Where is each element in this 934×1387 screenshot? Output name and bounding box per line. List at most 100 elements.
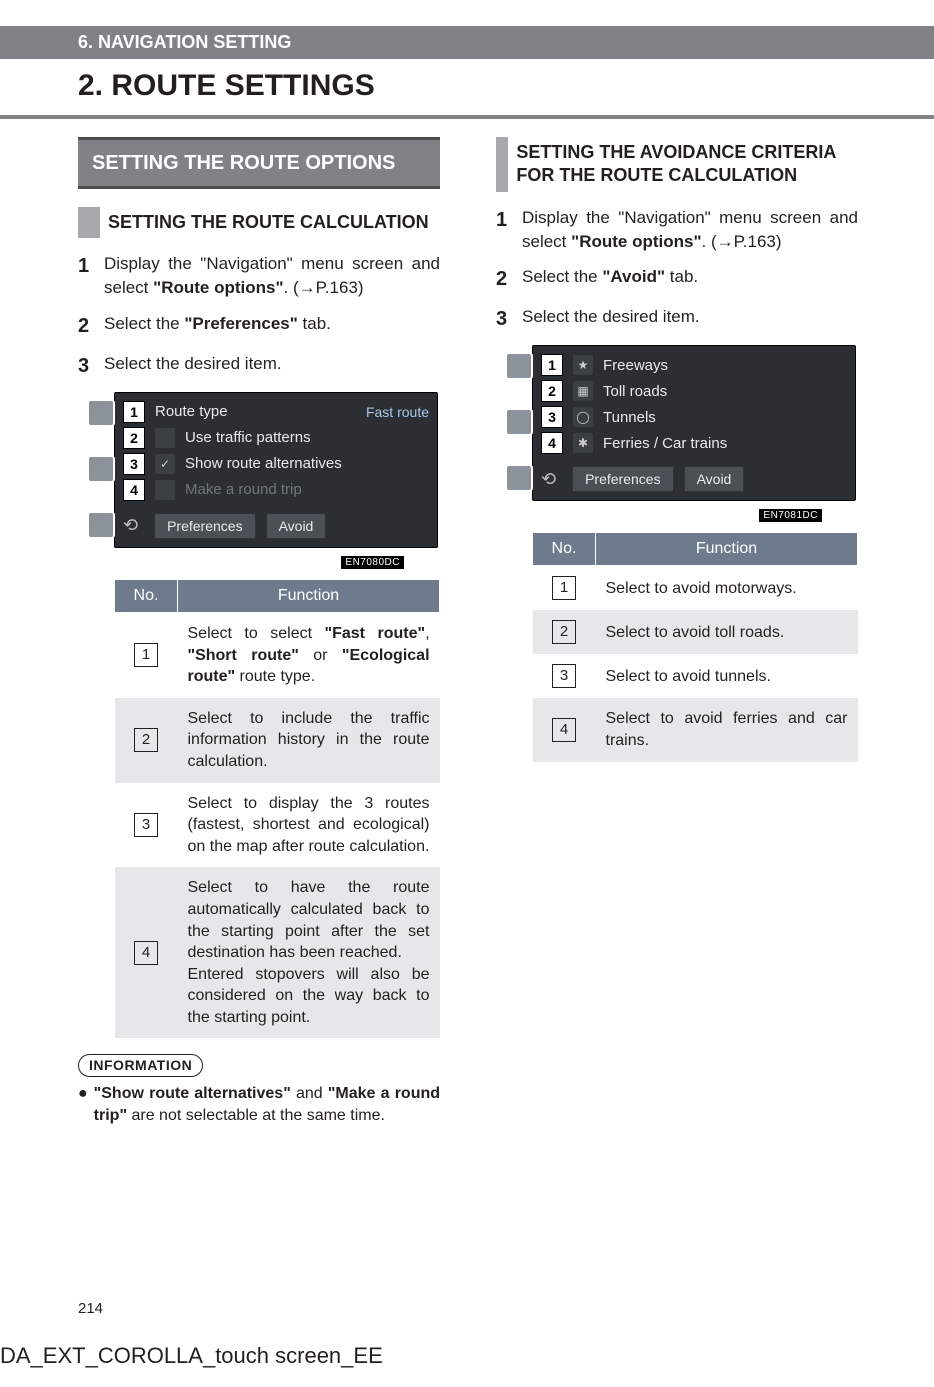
t: ,: [425, 625, 429, 642]
step-text: Display the "Navigation" menu screen and…: [522, 206, 858, 254]
freeway-icon: ★: [573, 355, 593, 375]
t: tab.: [298, 314, 331, 333]
heading-route-options: SETTING THE ROUTE OPTIONS: [78, 137, 440, 189]
cell-no: 2: [115, 698, 178, 783]
row-freeways[interactable]: 1 ★ Freeways: [541, 352, 847, 378]
screenshot-preferences: 1 Route typeFast route 2Use traffic patte…: [114, 392, 438, 548]
cell-no: 1: [115, 612, 178, 697]
row-toll-roads[interactable]: 2 ▦ Toll roads: [541, 378, 847, 404]
information-text: "Show route alternatives" and "Make a ro…: [94, 1083, 440, 1126]
map-icon: [87, 399, 115, 427]
image-code: EN7081DC: [759, 509, 822, 522]
function-table-preferences: No.Function 1 Select to select "Fast rou…: [114, 579, 440, 1039]
callout-1: 1: [123, 401, 145, 423]
t: "Avoid": [602, 267, 665, 286]
cell-no: 4: [115, 867, 178, 1038]
step-number: 3: [496, 305, 522, 333]
step-number: 1: [496, 206, 522, 254]
callout-2: 2: [541, 380, 563, 402]
check-icon: ✓: [155, 454, 175, 474]
t: Select the: [104, 314, 184, 333]
callout-1: 1: [541, 354, 563, 376]
th-function: Function: [178, 579, 440, 612]
cell-no: 3: [533, 654, 596, 698]
t: or: [299, 647, 342, 664]
step-number: 1: [78, 252, 104, 300]
row-ferries[interactable]: 4✱Ferries / Car trains: [541, 430, 847, 456]
cell-no: 3: [115, 783, 178, 868]
cell-function: Select to have the route automatically c…: [178, 867, 440, 1038]
table-row: 2Select to avoid toll roads.: [533, 610, 858, 654]
callout-3: 3: [541, 406, 563, 428]
heading-route-calculation: SETTING THE ROUTE CALCULATION: [78, 207, 440, 238]
t: "Route options": [571, 232, 701, 251]
label: Toll roads: [603, 383, 847, 400]
t: and: [291, 1085, 328, 1102]
left-column: SETTING THE ROUTE OPTIONS SETTING THE RO…: [78, 137, 440, 1127]
tab-avoid[interactable]: Avoid: [266, 513, 327, 539]
step-text: Select the "Preferences" tab.: [104, 312, 440, 340]
t: "Route options": [153, 278, 283, 297]
tunnel-icon: ◯: [573, 407, 593, 427]
row-route-alternatives[interactable]: 3 ✓ Show route alternatives: [123, 451, 429, 477]
section-header: 6. NAVIGATION SETTING: [0, 26, 934, 59]
cell-function: Select to avoid motorways.: [596, 566, 858, 611]
side-icons: [505, 352, 533, 492]
row-route-type[interactable]: 1 Route typeFast route: [123, 399, 429, 425]
toll-icon: ▦: [573, 381, 593, 401]
heading-text: SETTING THE AVOIDANCE CRITERIA FOR THE R…: [516, 137, 858, 192]
label: Tunnels: [603, 409, 847, 426]
t: tab.: [665, 267, 698, 286]
tab-preferences[interactable]: Preferences: [572, 466, 673, 492]
table-row: 3 Select to display the 3 routes (fastes…: [115, 783, 440, 868]
tab-avoid[interactable]: Avoid: [684, 466, 745, 492]
t: . (→P.163): [284, 278, 364, 297]
back-icon[interactable]: ⟲: [541, 469, 556, 490]
step-2: 2 Select the "Preferences" tab.: [78, 312, 440, 340]
t: Select to have the route automatically c…: [188, 877, 430, 963]
callout-2: 2: [123, 427, 145, 449]
back-icon[interactable]: ⟲: [123, 515, 138, 536]
row-round-trip[interactable]: 4 Make a round trip: [123, 477, 429, 503]
label: Show route alternatives: [185, 455, 429, 472]
ferry-icon: ✱: [573, 433, 593, 453]
table-row: 3Select to avoid tunnels.: [533, 654, 858, 698]
cell-function: Select to avoid toll roads.: [596, 610, 858, 654]
t: "Preferences": [184, 314, 297, 333]
step-text: Display the "Navigation" menu screen and…: [104, 252, 440, 300]
cell-no: 2: [533, 610, 596, 654]
compass-icon: [505, 408, 533, 436]
step-3: 3 Select the desired item.: [78, 352, 440, 380]
bullet-icon: ●: [78, 1083, 88, 1126]
step-number: 2: [496, 265, 522, 293]
callout-4: 4: [541, 432, 563, 454]
step-1: 1 Display the "Navigation" menu screen a…: [78, 252, 440, 300]
step-2: 2 Select the "Avoid" tab.: [496, 265, 858, 293]
row-tunnels[interactable]: 3 ◯ Tunnels: [541, 404, 847, 430]
table-row: 4 Select to have the route automatically…: [115, 867, 440, 1038]
value: Fast route: [366, 404, 429, 420]
callout-3: 3: [123, 453, 145, 475]
t: "Fast route": [325, 625, 426, 642]
tab-preferences[interactable]: Preferences: [154, 513, 255, 539]
t: Select to select: [188, 625, 325, 642]
t: Select the: [522, 267, 602, 286]
table-row: 2 Select to include the traffic informat…: [115, 698, 440, 783]
th-no: No.: [115, 579, 178, 612]
blank-icon: [155, 480, 175, 500]
callout-4: 4: [123, 479, 145, 501]
step-number: 3: [78, 352, 104, 380]
blank-icon: [155, 428, 175, 448]
row-traffic-patterns[interactable]: 2Use traffic patterns: [123, 425, 429, 451]
step-1: 1 Display the "Navigation" menu screen a…: [496, 206, 858, 254]
cell-function: Select to display the 3 routes (fastest,…: [178, 783, 440, 868]
side-icons: [87, 399, 115, 539]
th-no: No.: [533, 533, 596, 566]
label: Make a round trip: [185, 481, 429, 498]
label: Route type: [155, 403, 366, 420]
right-column: SETTING THE AVOIDANCE CRITERIA FOR THE R…: [496, 137, 858, 1127]
step-3: 3 Select the desired item.: [496, 305, 858, 333]
label: Freeways: [603, 357, 847, 374]
page-title: 2. ROUTE SETTINGS: [0, 61, 934, 119]
heading-avoidance: SETTING THE AVOIDANCE CRITERIA FOR THE R…: [496, 137, 858, 192]
